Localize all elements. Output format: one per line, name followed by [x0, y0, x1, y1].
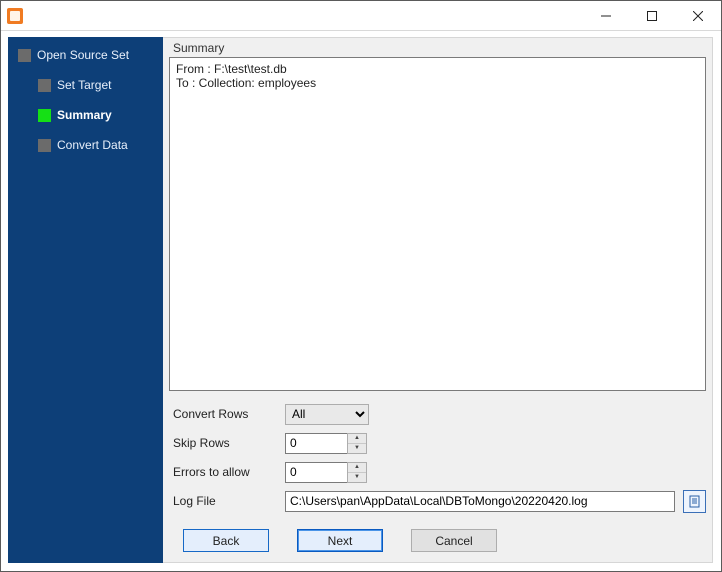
app-window: Open Source Set Set Target Summary Conve…: [0, 0, 722, 572]
step-box-icon: [38, 139, 51, 152]
summary-heading: Summary: [169, 38, 706, 57]
skip-rows-spinner[interactable]: ▲ ▼: [285, 433, 369, 454]
convert-rows-label: Convert Rows: [169, 407, 285, 421]
spin-up-icon[interactable]: ▲: [348, 463, 366, 473]
step-open-source-set[interactable]: Open Source Set: [8, 43, 163, 67]
maximize-icon: [647, 11, 657, 21]
errors-allow-spinner[interactable]: ▲ ▼: [285, 462, 369, 483]
step-label: Convert Data: [57, 138, 128, 152]
minimize-button[interactable]: [583, 1, 629, 30]
close-icon: [693, 11, 703, 21]
summary-text-area[interactable]: From : F:\test\test.db To : Collection: …: [169, 57, 706, 391]
spin-down-icon[interactable]: ▼: [348, 473, 366, 482]
cancel-button[interactable]: Cancel: [411, 529, 497, 552]
step-label: Summary: [57, 108, 112, 122]
wizard-steps-sidebar: Open Source Set Set Target Summary Conve…: [8, 37, 163, 563]
log-file-input[interactable]: [285, 491, 675, 512]
errors-allow-label: Errors to allow: [169, 465, 285, 479]
wizard-buttons: Back Next Cancel: [169, 517, 706, 556]
step-label: Set Target: [57, 78, 111, 92]
options-form: Convert Rows All Skip Rows ▲ ▼: [169, 391, 706, 517]
spin-up-icon[interactable]: ▲: [348, 434, 366, 444]
step-box-icon: [38, 109, 51, 122]
spin-down-icon[interactable]: ▼: [348, 444, 366, 453]
maximize-button[interactable]: [629, 1, 675, 30]
step-summary[interactable]: Summary: [8, 103, 163, 127]
convert-rows-select[interactable]: All: [285, 404, 369, 425]
close-button[interactable]: [675, 1, 721, 30]
errors-allow-input[interactable]: [285, 462, 347, 483]
step-set-target[interactable]: Set Target: [8, 73, 163, 97]
skip-rows-label: Skip Rows: [169, 436, 285, 450]
skip-rows-input[interactable]: [285, 433, 347, 454]
log-file-label: Log File: [169, 494, 285, 508]
file-icon: [688, 495, 701, 508]
next-button[interactable]: Next: [297, 529, 383, 552]
minimize-icon: [601, 11, 611, 21]
app-icon: [7, 8, 23, 24]
step-label: Open Source Set: [37, 48, 129, 62]
step-convert-data[interactable]: Convert Data: [8, 133, 163, 157]
titlebar: [1, 1, 721, 31]
step-box-icon: [18, 49, 31, 62]
back-button[interactable]: Back: [183, 529, 269, 552]
main-panel: Summary From : F:\test\test.db To : Coll…: [163, 37, 713, 563]
browse-log-button[interactable]: [683, 490, 706, 513]
step-box-icon: [38, 79, 51, 92]
